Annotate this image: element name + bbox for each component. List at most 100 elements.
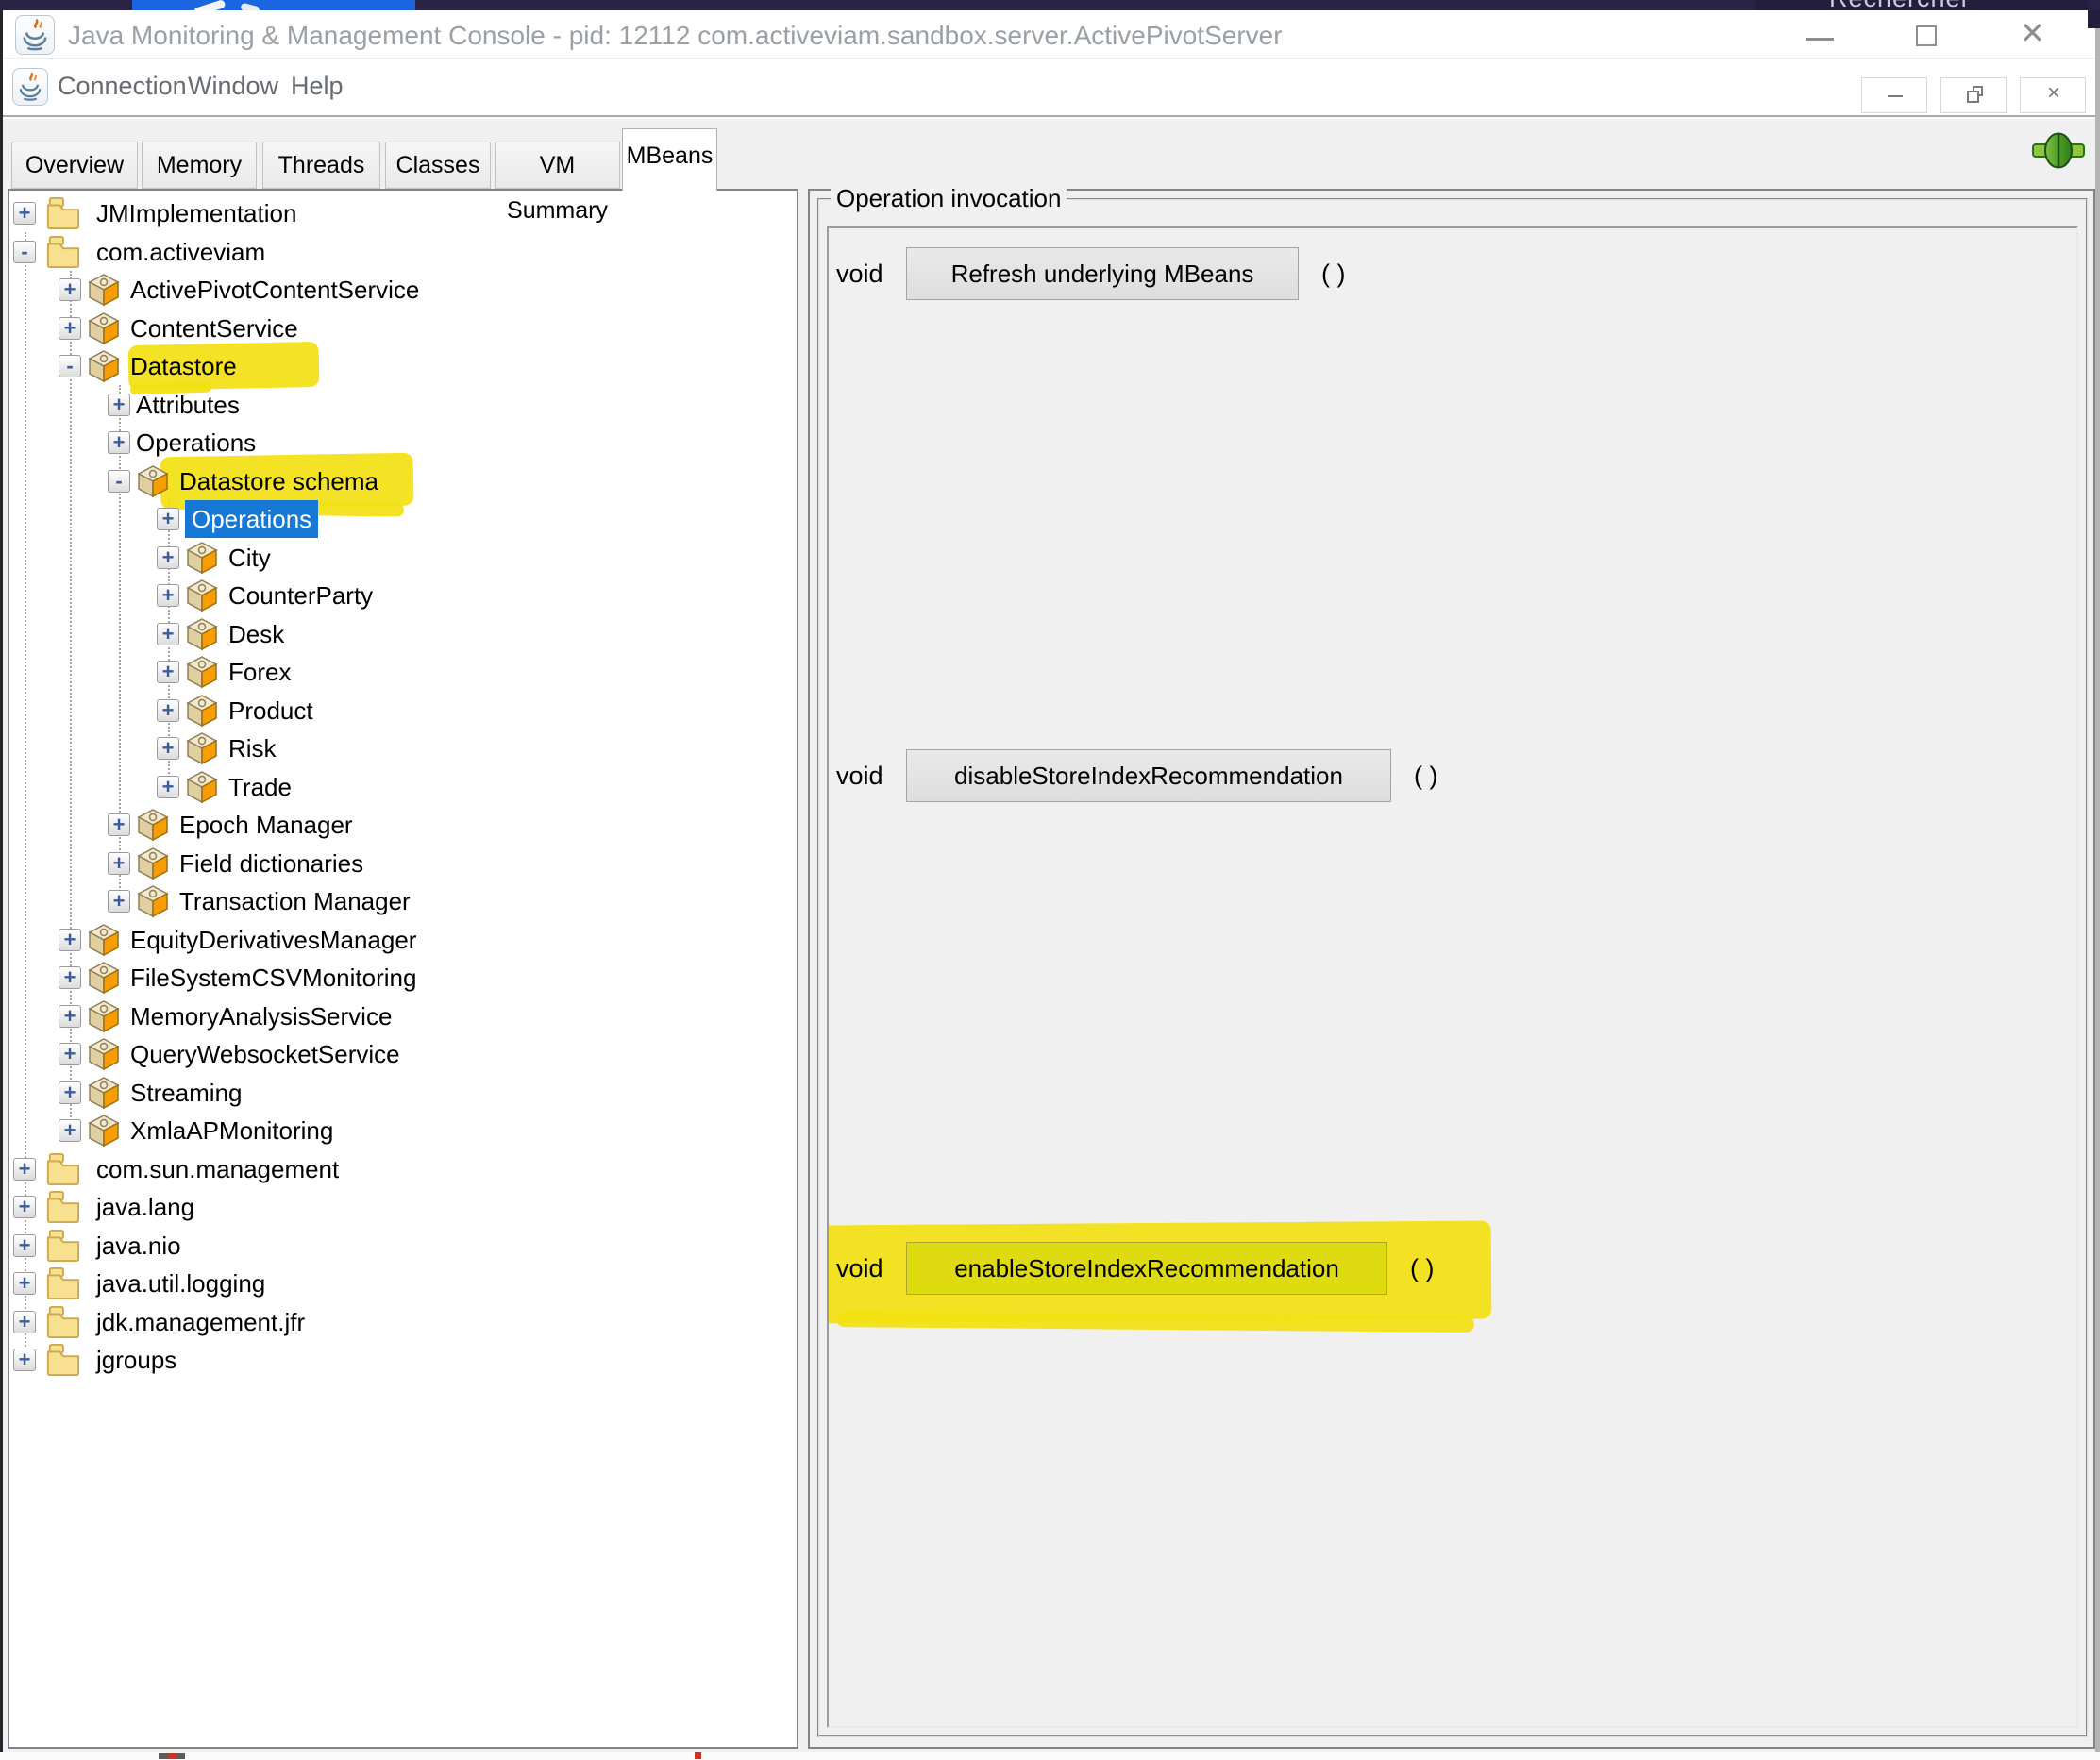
tab-memory[interactable]: Memory [142,142,257,189]
menu-item-connection[interactable]: Connection [58,72,187,101]
tree-row[interactable]: + java.nio [9,1227,797,1265]
expand-toggle-icon[interactable]: + [59,317,81,340]
tree-item-label[interactable]: Product [228,692,313,729]
tree-row[interactable]: + java.lang [9,1188,797,1226]
tree-item-label[interactable]: java.lang [96,1188,194,1226]
tree-row[interactable]: -Datastore schema [9,462,797,500]
tree-item-label[interactable]: Trade [228,768,292,806]
tree-item-label[interactable]: jgroups [96,1341,176,1379]
expand-toggle-icon[interactable]: + [13,202,36,225]
tree-item-label[interactable]: Epoch Manager [179,806,353,844]
tree-item-label[interactable]: com.sun.management [96,1150,339,1188]
expand-toggle-icon[interactable]: + [59,1043,81,1065]
tree-row[interactable]: + Field dictionaries [9,845,797,882]
expand-toggle-icon[interactable]: + [59,1005,81,1028]
tree-item-label[interactable]: Field dictionaries [179,845,363,882]
tree-row[interactable]: + Operations [9,424,797,461]
tree-row[interactable]: + Desk [9,615,797,653]
expand-toggle-icon[interactable]: + [157,699,179,722]
expand-toggle-icon[interactable]: + [13,1196,36,1218]
tree-item-label[interactable]: MemoryAnalysisService [130,997,392,1035]
tree-row[interactable]: + Transaction Manager [9,882,797,920]
tree-row[interactable]: +Operations [9,500,797,538]
expand-toggle-icon[interactable]: + [157,546,179,569]
expand-toggle-icon[interactable]: + [108,813,130,836]
tree-row[interactable]: + Streaming [9,1074,797,1112]
operation-button[interactable]: Refresh underlying MBeans [906,247,1299,300]
tree-item-label[interactable]: Operations [136,424,256,461]
expand-toggle-icon[interactable]: + [108,890,130,913]
tree-item-label[interactable]: Transaction Manager [179,882,411,920]
expand-toggle-icon[interactable]: + [157,623,179,645]
close-icon[interactable]: ✕ [2020,15,2045,51]
tree-item-label[interactable]: EquityDerivativesManager [130,921,416,959]
tab-threads[interactable]: Threads [262,142,380,189]
expand-toggle-icon[interactable]: + [157,508,179,530]
tree-item-label[interactable]: CounterParty [228,577,373,614]
expand-toggle-icon[interactable]: + [59,1081,81,1104]
tree-row[interactable]: + java.util.logging [9,1265,797,1302]
tab-overview[interactable]: Overview [11,142,138,189]
frame-minimize-button[interactable] [1861,77,1927,113]
expand-toggle-icon[interactable]: + [13,1158,36,1181]
expand-toggle-icon[interactable]: + [13,1234,36,1257]
tree-row[interactable]: +XmlaAPMonitoring [9,1112,797,1149]
tree-row[interactable]: + jgroups [9,1341,797,1379]
tree-item-label[interactable]: Forex [228,653,291,691]
tree-row[interactable]: + MemoryAnalysisService [9,997,797,1035]
collapse-toggle-icon[interactable]: - [59,355,81,377]
menu-item-help[interactable]: Help [291,72,344,101]
expand-toggle-icon[interactable]: + [108,394,130,416]
tree-row[interactable]: + City [9,539,797,577]
tree-row[interactable]: + com.sun.management [9,1150,797,1188]
expand-toggle-icon[interactable]: + [59,966,81,989]
tree-item-label[interactable]: ActivePivotContentService [130,271,419,309]
frame-close-button[interactable]: × [2020,77,2086,113]
tree-item-label[interactable]: Datastore [130,347,237,385]
tree-item-label[interactable]: Streaming [130,1074,243,1112]
tree-item-label[interactable]: Datastore schema [179,462,378,500]
tree-item-label[interactable]: java.util.logging [96,1265,265,1302]
tab-mbeans[interactable]: MBeans [622,128,717,191]
tree-row[interactable]: + EquityDerivativesManager [9,921,797,959]
tree-item-label[interactable]: XmlaAPMonitoring [130,1112,333,1149]
collapse-toggle-icon[interactable]: - [13,241,36,263]
tree-item-label[interactable]: City [228,539,271,577]
tree-item-label[interactable]: com.activeviam [96,233,265,271]
tree-item-label[interactable]: QueryWebsocketService [130,1035,400,1073]
tab-classes[interactable]: Classes [385,142,491,189]
expand-toggle-icon[interactable]: + [108,852,130,875]
expand-toggle-icon[interactable]: + [13,1311,36,1333]
expand-toggle-icon[interactable]: + [59,278,81,301]
tree-item-label[interactable]: jdk.management.jfr [96,1303,305,1341]
tree-item-label[interactable]: java.nio [96,1227,181,1265]
expand-toggle-icon[interactable]: + [157,737,179,760]
tree-item-label[interactable]: Risk [228,729,277,767]
mbean-tree-panel[interactable]: + JMImplementation - com.activeviam + ActiveP… [8,189,798,1749]
tree-row[interactable]: + Product [9,692,797,729]
frame-restore-button[interactable] [1940,77,2007,113]
menu-item-window[interactable]: Window [188,72,278,101]
expand-toggle-icon[interactable]: + [157,584,179,607]
tree-row[interactable]: - Datastore [9,347,797,385]
tab-vm-summary[interactable]: VM Summary [495,142,620,189]
tree-row[interactable]: + jdk.management.jfr [9,1303,797,1341]
tree-row[interactable]: + CounterParty [9,577,797,614]
expand-toggle-icon[interactable]: + [108,431,130,454]
expand-toggle-icon[interactable]: + [13,1272,36,1295]
operation-button[interactable]: enableStoreIndexRecommendation [906,1242,1387,1295]
tree-row[interactable]: + QueryWebsocketService [9,1035,797,1073]
maximize-icon[interactable] [1916,25,1937,46]
expand-toggle-icon[interactable]: + [157,776,179,798]
tree-row[interactable]: + Attributes [9,386,797,424]
tree-item-label[interactable]: Desk [228,615,284,653]
tree-row[interactable]: +ContentService [9,310,797,347]
expand-toggle-icon[interactable]: + [59,929,81,951]
tree-item-label[interactable]: JMImplementation [96,194,296,232]
expand-toggle-icon[interactable]: + [157,661,179,683]
tree-item-label[interactable]: Attributes [136,386,240,424]
tree-row[interactable]: + Risk [9,729,797,767]
tree-row[interactable]: + JMImplementation [9,194,797,232]
tree-row[interactable]: + Epoch Manager [9,806,797,844]
expand-toggle-icon[interactable]: + [13,1349,36,1371]
